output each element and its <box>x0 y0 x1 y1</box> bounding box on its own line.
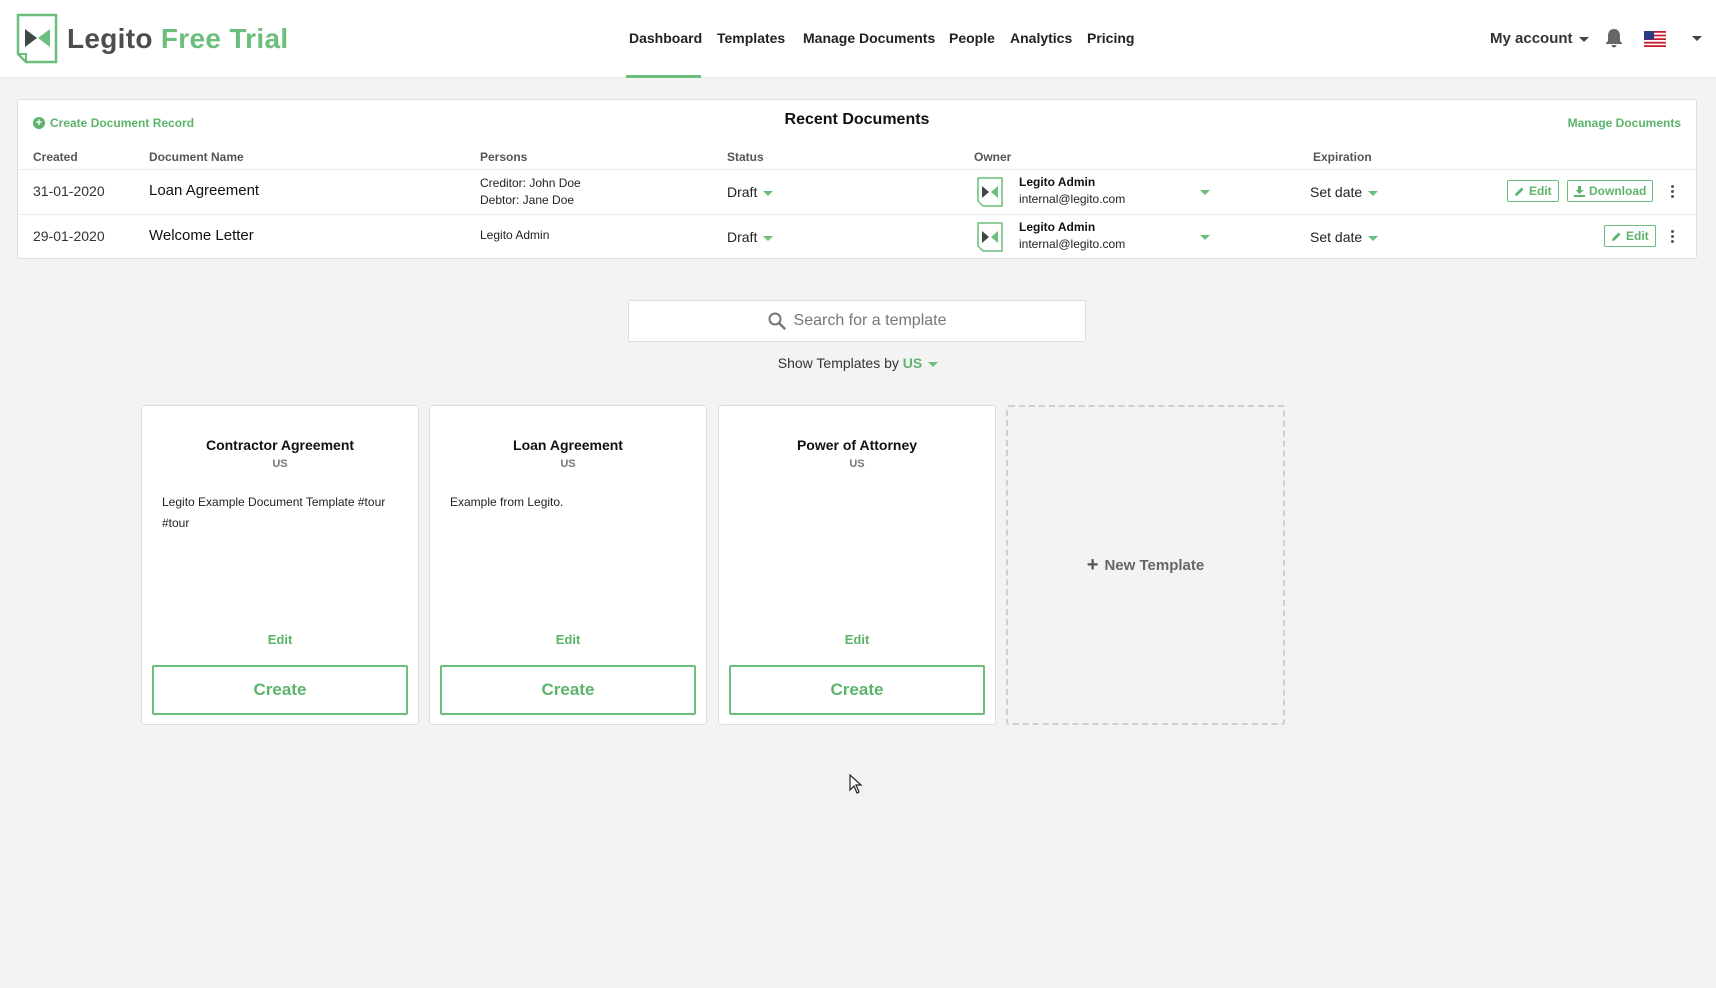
owner-cell: Legito Admin internal@legito.com <box>1019 219 1125 253</box>
bell-icon[interactable] <box>1605 28 1623 48</box>
chevron-down-icon <box>1368 235 1379 241</box>
nav-people[interactable]: People <box>949 30 995 46</box>
edit-button[interactable]: Edit <box>1507 180 1559 202</box>
person-name: Legito Admin <box>480 228 550 242</box>
column-header-owner[interactable]: Owner <box>974 150 1011 164</box>
template-edit-link[interactable]: Edit <box>719 632 995 647</box>
main-nav: Dashboard Templates Manage Documents Peo… <box>0 0 1716 78</box>
owner-chevron-icon[interactable] <box>1200 235 1210 240</box>
template-search-input[interactable]: Search for a template <box>628 300 1086 342</box>
persons-cell: Legito Admin <box>480 227 549 244</box>
download-label: Download <box>1589 184 1647 198</box>
chevron-down-icon <box>763 235 774 241</box>
more-options-icon[interactable] <box>1671 230 1675 245</box>
expiration-label: Set date <box>1310 229 1363 245</box>
template-country-filter[interactable]: Show Templates by US <box>0 355 1716 371</box>
status-label: Draft <box>727 184 758 200</box>
template-create-button[interactable]: Create <box>152 665 408 715</box>
template-edit-link[interactable]: Edit <box>430 632 706 647</box>
edit-label: Edit <box>1626 229 1649 243</box>
column-header-document-name[interactable]: Document Name <box>149 150 244 164</box>
plus-icon: + <box>1086 553 1099 576</box>
nav-dashboard[interactable]: Dashboard <box>629 30 702 46</box>
filter-label: Show Templates by <box>777 355 899 371</box>
search-placeholder: Search for a template <box>793 312 947 329</box>
nav-manage-documents[interactable]: Manage Documents <box>803 30 935 46</box>
owner-chevron-icon[interactable] <box>1200 190 1210 195</box>
owner-name: Legito Admin <box>1019 220 1096 234</box>
chevron-down-icon <box>1578 36 1589 42</box>
language-chevron-icon[interactable] <box>1692 36 1702 41</box>
owner-avatar-icon <box>977 222 1003 252</box>
table-row: 31-01-2020 Loan Agreement Creditor: John… <box>18 169 1696 213</box>
owner-email: internal@legito.com <box>1019 192 1126 206</box>
template-country: US <box>272 458 288 470</box>
owner-email: internal@legito.com <box>1019 237 1126 251</box>
created-date: 29-01-2020 <box>33 228 105 244</box>
pencil-icon <box>1612 232 1621 241</box>
chevron-down-icon <box>1368 190 1379 196</box>
status-dropdown[interactable]: Draft <box>727 184 774 200</box>
new-template-label: New Template <box>1104 556 1205 574</box>
top-bar: Legito Free Trial Dashboard Templates Ma… <box>0 0 1716 78</box>
my-account-label: My account <box>1490 30 1573 47</box>
expiration-dropdown[interactable]: Set date <box>1310 229 1379 245</box>
template-card: Contractor Agreement US Legito Example D… <box>141 405 419 725</box>
column-header-created[interactable]: Created <box>33 150 78 164</box>
template-country: US <box>560 458 576 470</box>
column-header-status[interactable]: Status <box>727 150 764 164</box>
template-country: US <box>849 458 865 470</box>
template-create-button[interactable]: Create <box>440 665 696 715</box>
owner-name: Legito Admin <box>1019 175 1096 189</box>
expiration-dropdown[interactable]: Set date <box>1310 184 1379 200</box>
filter-value: US <box>902 355 923 371</box>
status-dropdown[interactable]: Draft <box>727 229 774 245</box>
nav-analytics[interactable]: Analytics <box>1010 30 1072 46</box>
owner-cell: Legito Admin internal@legito.com <box>1019 174 1125 208</box>
column-header-persons[interactable]: Persons <box>480 150 527 164</box>
recent-documents-title: Recent Documents <box>784 111 930 128</box>
my-account-menu[interactable]: My account <box>1490 30 1589 47</box>
persons-cell: Creditor: John Doe Debtor: Jane Doe <box>480 175 581 209</box>
chevron-down-icon <box>928 361 939 367</box>
document-name-link[interactable]: Loan Agreement <box>149 182 259 199</box>
person-creditor: Creditor: John Doe <box>480 176 581 190</box>
pencil-icon <box>1515 187 1524 196</box>
template-title: Loan Agreement <box>513 437 623 453</box>
nav-active-indicator <box>626 75 701 78</box>
created-date: 31-01-2020 <box>33 183 105 199</box>
template-title: Power of Attorney <box>796 437 918 453</box>
new-template-button[interactable]: + New Template <box>1006 405 1285 725</box>
document-name-link[interactable]: Welcome Letter <box>149 227 254 244</box>
manage-documents-link[interactable]: Manage Documents <box>1568 116 1681 130</box>
template-description: Legito Example Document Template #tour #… <box>162 495 386 530</box>
search-icon <box>768 312 786 330</box>
more-options-icon[interactable] <box>1671 185 1675 200</box>
template-edit-link[interactable]: Edit <box>142 632 418 647</box>
edit-button[interactable]: Edit <box>1604 225 1656 247</box>
edit-label: Edit <box>1529 184 1552 198</box>
recent-documents-panel: + Create Document Record Recent Document… <box>17 99 1697 259</box>
template-card: Power of Attorney US Edit Create <box>718 405 996 725</box>
nav-templates[interactable]: Templates <box>717 30 785 46</box>
download-icon <box>1574 185 1585 197</box>
template-description: Example from Legito. <box>450 495 564 509</box>
mouse-cursor-icon <box>849 774 863 794</box>
owner-avatar-icon <box>977 177 1003 207</box>
status-label: Draft <box>727 229 758 245</box>
template-create-button[interactable]: Create <box>729 665 985 715</box>
table-row: 29-01-2020 Welcome Letter Legito Admin D… <box>18 214 1696 258</box>
person-debtor: Debtor: Jane Doe <box>480 193 575 207</box>
chevron-down-icon <box>763 190 774 196</box>
template-card: Loan Agreement US Example from Legito. E… <box>429 405 707 725</box>
download-button[interactable]: Download <box>1567 180 1654 202</box>
expiration-label: Set date <box>1310 184 1363 200</box>
us-flag-icon[interactable] <box>1644 31 1666 47</box>
nav-pricing[interactable]: Pricing <box>1087 30 1134 46</box>
column-header-expiration[interactable]: Expiration <box>1313 150 1372 164</box>
template-title: Contractor Agreement <box>205 437 355 453</box>
